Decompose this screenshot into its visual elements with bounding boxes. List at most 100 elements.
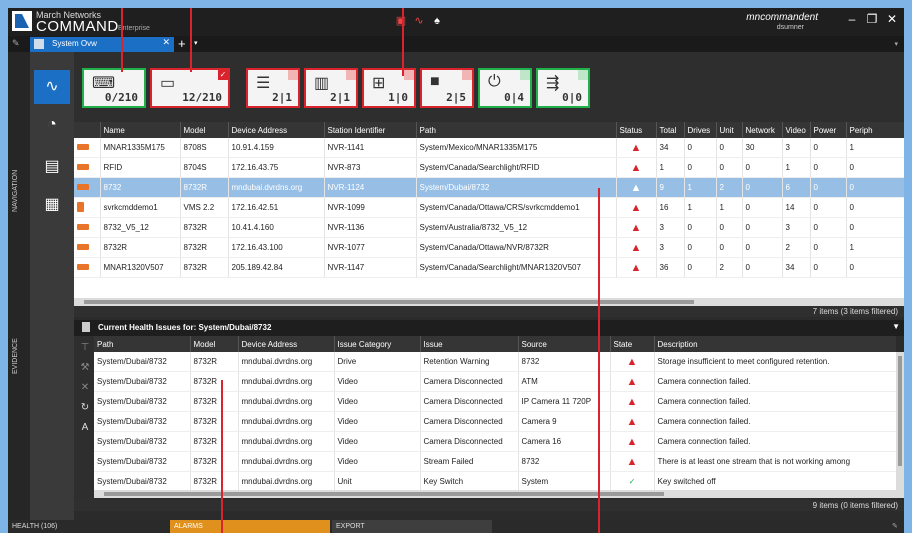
tile-database[interactable]: ☰ 2|1 xyxy=(246,68,300,108)
device-row-selected[interactable]: 8732 8732R mndubai.dvrdns.org NVR-1124 S… xyxy=(74,177,904,198)
add-tab-icon[interactable]: + xyxy=(178,36,186,51)
navigation-rail-label[interactable]: NAVIGATION xyxy=(12,170,19,212)
tab-export[interactable]: EXPORT xyxy=(332,520,492,533)
tile-usb[interactable]: ⇶ 0|0 xyxy=(536,68,590,108)
health-pulse-icon[interactable]: ∿ xyxy=(412,14,426,28)
evidence-rail-label[interactable]: EVIDENCE xyxy=(12,338,19,374)
col-path-header[interactable]: Path xyxy=(94,336,191,352)
col-state-header[interactable]: State xyxy=(610,336,655,352)
col-model-header[interactable]: Model xyxy=(180,122,229,138)
col-video-header[interactable]: Video xyxy=(782,122,811,138)
col-description-header[interactable]: Description xyxy=(654,336,896,352)
issues-vertical-scrollbar[interactable] xyxy=(896,352,904,490)
close-icon[interactable]: ✕ xyxy=(884,12,900,26)
device-station: NVR-1136 xyxy=(324,217,417,238)
tile-hierarchy[interactable]: ⊞ 1|0 xyxy=(362,68,416,108)
system-tab-icon xyxy=(34,39,44,49)
scroll-thumb[interactable] xyxy=(104,492,664,496)
refresh-icon[interactable]: ↻ xyxy=(78,402,92,416)
notification-bell-icon[interactable]: ♠ xyxy=(430,14,444,28)
col-model-header[interactable]: Model xyxy=(190,336,239,352)
scroll-thumb[interactable] xyxy=(84,300,694,304)
issue-name: Retention Warning xyxy=(420,352,519,372)
issue-model: 8732R xyxy=(190,371,239,392)
col-drives-header[interactable]: Drives xyxy=(684,122,717,138)
devices-horizontal-scrollbar[interactable] xyxy=(74,298,904,306)
col-power-header[interactable]: Power xyxy=(810,122,847,138)
tab-alarms[interactable]: ALARMS xyxy=(170,520,330,533)
warning-icon: ▲ xyxy=(610,371,655,392)
warning-icon: ▲ xyxy=(616,257,657,278)
issues-horizontal-scrollbar[interactable] xyxy=(94,490,904,498)
font-size-icon[interactable]: A xyxy=(78,422,92,436)
device-model: 8732R xyxy=(180,217,229,238)
warning-icon: ▲ xyxy=(616,237,657,258)
annotation-line xyxy=(190,8,192,72)
device-name: 8732 xyxy=(100,177,181,198)
col-address-header[interactable]: Device Address xyxy=(228,122,325,138)
server-device-icon xyxy=(74,197,101,218)
col-address-header[interactable]: Device Address xyxy=(238,336,335,352)
issue-row[interactable]: System/Dubai/8732 8732R mndubai.dvrdns.o… xyxy=(94,391,896,412)
tab-health[interactable]: HEALTH (106) xyxy=(8,520,170,533)
tile-camera[interactable]: ■ 2|5 xyxy=(420,68,474,108)
performance-view-icon[interactable]: ◔ xyxy=(34,108,70,142)
device-row[interactable]: RFID 8704S 172.16.43.75 NVR-873 System/C… xyxy=(74,157,904,178)
close-tab-icon[interactable]: ✕ xyxy=(162,37,170,48)
device-row[interactable]: MNAR1335M175 8708S 10.91.4.159 NVR-1141 … xyxy=(74,138,904,158)
device-reports-view-icon[interactable]: ▦ xyxy=(34,188,70,222)
tile-recorders[interactable]: ▭ ✓ 12/210 xyxy=(150,68,230,108)
col-source-header[interactable]: Source xyxy=(518,336,611,352)
issue-row[interactable]: System/Dubai/8732 8732R mndubai.dvrdns.o… xyxy=(94,471,896,490)
annotation-line xyxy=(121,8,123,72)
issue-name: Key Switch xyxy=(420,471,519,490)
device-network: 30 xyxy=(742,138,783,158)
wrench-icon[interactable]: ⚒ xyxy=(78,362,92,376)
col-unit-header[interactable]: Unit xyxy=(716,122,743,138)
tab-dropdown-icon[interactable]: ▾ xyxy=(194,39,198,47)
issue-row[interactable]: System/Dubai/8732 8732R mndubai.dvrdns.o… xyxy=(94,352,896,372)
device-row[interactable]: 8732R 8732R 172.16.43.100 NVR-1077 Syste… xyxy=(74,237,904,258)
devices-count: 7 items (3 items filtered) xyxy=(74,306,904,317)
device-unit: 0 xyxy=(716,237,743,258)
col-category-header[interactable]: Issue Category xyxy=(334,336,421,352)
col-path-header[interactable]: Path xyxy=(416,122,617,138)
reports-view-icon[interactable]: ▤ xyxy=(34,150,70,184)
issue-description: There is at least one stream that is not… xyxy=(654,451,896,472)
health-view-icon[interactable]: ∿ xyxy=(34,70,70,104)
restore-icon[interactable]: ❐ xyxy=(864,12,880,26)
device-row[interactable]: svrkcmddemo1 VMS 2.2 172.16.42.51 NVR-10… xyxy=(74,197,904,218)
device-network: 0 xyxy=(742,197,783,218)
tile-power[interactable]: ⏻ 0|4 xyxy=(478,68,532,108)
col-name-header[interactable]: Name xyxy=(100,122,181,138)
minimize-icon[interactable]: – xyxy=(844,12,860,26)
delete-icon[interactable]: ✕ xyxy=(78,382,92,396)
pin-icon[interactable]: ✎ xyxy=(12,38,20,49)
recorder-device-icon xyxy=(74,257,101,278)
device-row[interactable]: 8732_V5_12 8732R 10.41.4.160 NVR-1136 Sy… xyxy=(74,217,904,238)
issue-row[interactable]: System/Dubai/8732 8732R mndubai.dvrdns.o… xyxy=(94,451,896,472)
col-network-header[interactable]: Network xyxy=(742,122,783,138)
issue-row[interactable]: System/Dubai/8732 8732R mndubai.dvrdns.o… xyxy=(94,371,896,392)
tile-server[interactable]: ▥ 2|1 xyxy=(304,68,358,108)
col-issue-header[interactable]: Issue xyxy=(420,336,519,352)
col-periph-header[interactable]: Periph xyxy=(846,122,904,138)
device-video: 34 xyxy=(782,257,811,278)
device-address: 205.189.42.84 xyxy=(228,257,325,278)
tile-network[interactable]: ⌨ 0/210 xyxy=(82,68,146,108)
col-status-header[interactable]: Status xyxy=(616,122,657,138)
device-row[interactable]: MNAR1320V507 8732R 205.189.42.84 NVR-114… xyxy=(74,257,904,278)
tab-system-overview[interactable]: System Ovw ✕ xyxy=(30,37,174,52)
device-model: 8704S xyxy=(180,157,229,178)
filter-icon[interactable]: ⊤ xyxy=(78,342,92,356)
issue-row[interactable]: System/Dubai/8732 8732R mndubai.dvrdns.o… xyxy=(94,411,896,432)
alarm-device-icon[interactable]: ▣ xyxy=(394,14,408,28)
issue-row[interactable]: System/Dubai/8732 8732R mndubai.dvrdns.o… xyxy=(94,431,896,452)
col-total-header[interactable]: Total xyxy=(656,122,685,138)
pin-icon[interactable]: ✎ xyxy=(888,520,904,533)
collapse-icon[interactable]: ▼ xyxy=(892,322,900,331)
col-station-header[interactable]: Station Identifier xyxy=(324,122,417,138)
scroll-thumb[interactable] xyxy=(898,356,902,466)
issue-source: 8732 xyxy=(518,451,611,472)
tab-list-icon[interactable]: ▾ xyxy=(894,40,898,48)
